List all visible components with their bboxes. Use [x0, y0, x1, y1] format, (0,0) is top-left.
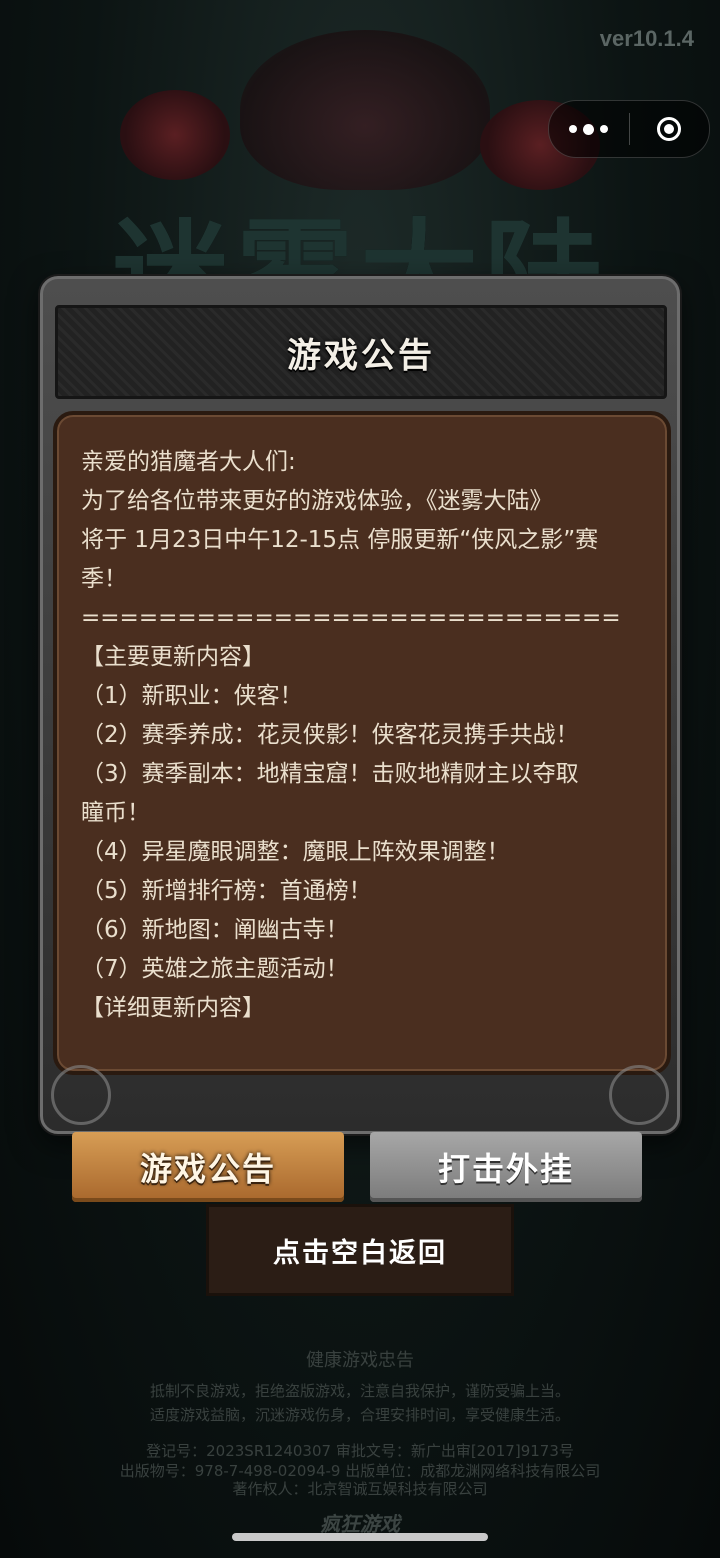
announcement-panel: 游戏公告 亲爱的猎魔者大人们: 为了给各位带来更好的游戏体验，《迷雾大陆》 将于… [40, 276, 680, 1134]
announcement-line: （3）赛季副本：地精宝窟！击败地精财主以夺取 [81, 761, 579, 787]
announcement-line: 亲爱的猎魔者大人们: [81, 449, 296, 475]
panel-header: 游戏公告 [55, 305, 667, 399]
announcement-line: 瞳币！ [81, 800, 150, 826]
corner-ornament-left [51, 1065, 111, 1125]
announcement-line: （5）新增排行榜：首通榜！ [81, 878, 372, 904]
announcement-line: （1）新职业：侠客！ [81, 683, 303, 709]
anticheat-tab-button[interactable]: 打击外挂 [370, 1132, 642, 1202]
more-dot-center [583, 123, 595, 135]
more-menu-button[interactable] [549, 101, 629, 157]
announcement-line: 将于 1月23日中午12-15点 停服更新“侠风之影”赛 [81, 527, 599, 553]
announcement-line: （2）赛季养成：花灵侠影！侠客花灵携手共战！ [81, 722, 579, 748]
more-dot-right [600, 125, 609, 133]
panel-title: 游戏公告 [287, 335, 435, 376]
announcement-line: （6）新地图：阐幽古寺！ [81, 917, 349, 943]
registration-info: 登记号：2023SR1240307 审批文号：新广出审[2017]9173号 [146, 1442, 574, 1460]
close-program-button[interactable] [630, 101, 710, 157]
announcement-line: 【详细更新内容】 [81, 995, 265, 1021]
return-button[interactable]: 点击空白返回 [206, 1204, 514, 1296]
announcement-scroll-area[interactable]: 亲爱的猎魔者大人们: 为了给各位带来更好的游戏体验，《迷雾大陆》 将于 1月23… [81, 443, 641, 1053]
background-eye-left [120, 90, 230, 180]
announcement-line: （4）异星魔眼调整：魔眼上阵效果调整！ [81, 839, 510, 865]
background-creature [240, 30, 490, 190]
announcement-line: 为了给各位带来更好的游戏体验，《迷雾大陆》 [81, 488, 553, 514]
notice-tab-button[interactable]: 游戏公告 [72, 1132, 344, 1202]
health-advice-title: 健康游戏忠告 [306, 1350, 414, 1371]
announcement-line: 【主要更新内容】 [81, 644, 265, 670]
version-label: ver10.1.4 [599, 26, 694, 51]
copyright-info: 著作权人：北京智诚互娱科技有限公司 [232, 1480, 488, 1498]
health-advice-line: 抵制不良游戏，拒绝盗版游戏，注意自我保护，谨防受骗上当。 [149, 1382, 570, 1400]
mini-program-capsule [548, 100, 710, 158]
announcement-line: ============================ [81, 605, 621, 631]
corner-ornament-right [609, 1065, 669, 1125]
announcement-line: 季！ [81, 566, 127, 592]
announcement-line: （7）英雄之旅主题活动！ [81, 956, 349, 982]
health-advice-line: 适度游戏益脑，沉迷游戏伤身，合理安排时间，享受健康生活。 [149, 1406, 570, 1424]
home-indicator[interactable] [232, 1533, 488, 1541]
panel-body: 亲爱的猎魔者大人们: 为了给各位带来更好的游戏体验，《迷雾大陆》 将于 1月23… [53, 411, 671, 1075]
target-icon [657, 117, 682, 141]
more-dots-icon [569, 125, 578, 133]
